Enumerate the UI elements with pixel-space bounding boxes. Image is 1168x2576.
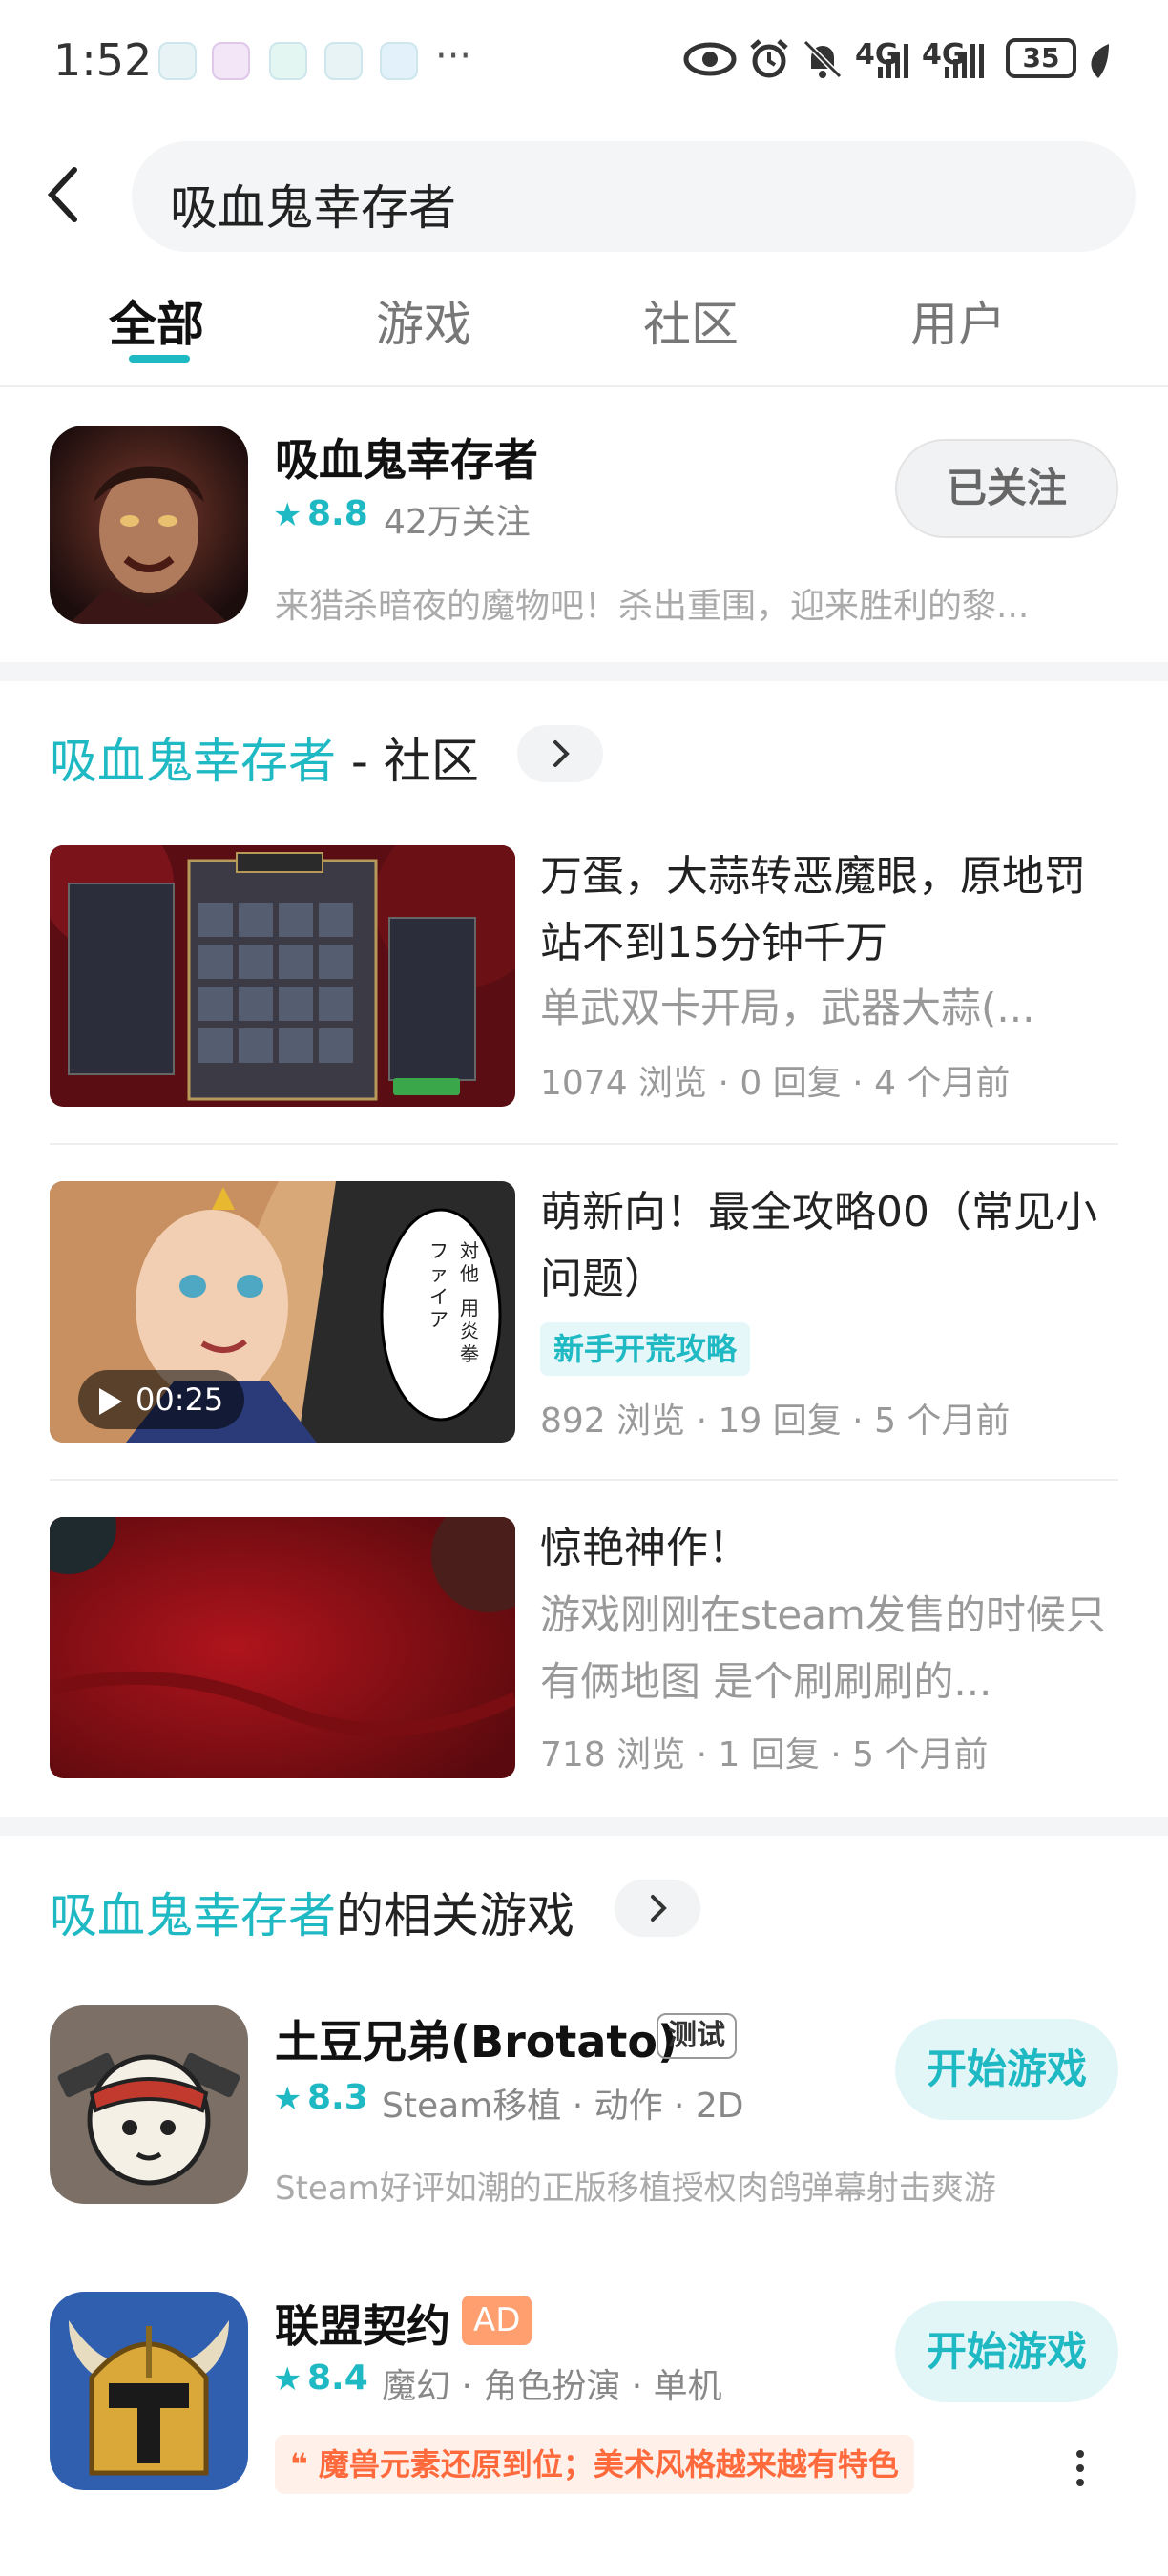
post-stats: 718 浏览 · 1 回复 · 5 个月前	[540, 1735, 989, 1775]
app-notification-icon	[324, 42, 363, 80]
star-icon: ★	[273, 2360, 302, 2399]
test-badge: 测试	[657, 2013, 737, 2059]
post-thumbnail[interactable]	[50, 845, 515, 1107]
community-title-suffix: - 社区	[336, 734, 479, 789]
status-time: 1:52	[53, 34, 153, 86]
start-game-button[interactable]: 开始游戏	[895, 2019, 1118, 2120]
related-more-button[interactable]	[615, 1880, 700, 1937]
more-notifications-icon: ···	[435, 34, 472, 78]
svg-text:炎: 炎	[460, 1319, 479, 1342]
start-game-button[interactable]: 开始游戏	[895, 2301, 1118, 2402]
post-thumbnail[interactable]	[50, 1517, 515, 1778]
alarm-icon	[750, 39, 788, 78]
game-icon-brotato[interactable]	[50, 2005, 248, 2204]
post-title[interactable]: 惊艳神作！	[540, 1515, 1124, 1582]
game-icon-vampire-survivors[interactable]	[50, 426, 248, 624]
post-tag[interactable]: 新手开荒攻略	[540, 1322, 751, 1376]
mute-bell-icon	[803, 39, 843, 79]
game-rating: 8.4	[307, 2358, 368, 2398]
community-section-title[interactable]: 吸血鬼幸存者 - 社区	[50, 723, 479, 792]
post-video-thumbnail[interactable]: 対他用炎拳 ファイア 00:25	[50, 1181, 515, 1443]
leaf-icon	[1091, 44, 1109, 78]
search-input[interactable]: 吸血鬼幸存者	[132, 141, 1136, 252]
play-icon	[99, 1388, 122, 1415]
game-title[interactable]: 吸血鬼幸存者	[275, 426, 538, 488]
svg-text:他: 他	[460, 1262, 479, 1285]
video-duration: 00:25	[136, 1381, 224, 1418]
review-quote: ❝ 魔兽元素还原到位；美术风格越来越有特色	[275, 2435, 914, 2494]
game-icon-league-pact[interactable]	[50, 2292, 248, 2490]
back-arrow-icon[interactable]	[44, 164, 82, 225]
tab-community[interactable]: 社区	[643, 286, 739, 355]
eye-icon	[683, 42, 737, 76]
game-title[interactable]: 联盟契约	[275, 2292, 450, 2355]
post-excerpt: 游戏刚刚在steam发售的时候只有俩地图 是个刷刷刷的...	[540, 1591, 1106, 1705]
search-query: 吸血鬼幸存者	[170, 180, 456, 236]
related-title-highlight: 吸血鬼幸存者	[50, 1888, 336, 1943]
game-rating: 8.3	[307, 2078, 368, 2117]
tab-all[interactable]: 全部	[109, 286, 204, 355]
star-icon: ★	[273, 2080, 302, 2118]
post-excerpt: 单武双卡开局，武器大蒜(...	[540, 985, 1035, 1031]
followed-button[interactable]: 已关注	[895, 439, 1118, 538]
more-options-icon[interactable]	[1076, 2450, 1086, 2493]
video-duration-badge: 00:25	[78, 1370, 245, 1429]
post-title[interactable]: 万蛋，大蒜转恶魔眼，原地罚站不到15分钟千万	[540, 843, 1124, 977]
related-section-title[interactable]: 吸血鬼幸存者的相关游戏	[50, 1878, 574, 1946]
game-description: 来猎杀暗夜的魔物吧！杀出重围，迎来胜利的黎...	[275, 587, 1030, 626]
game-tags: 魔幻 · 角色扮演 · 单机	[382, 2367, 722, 2406]
related-title-suffix: 的相关游戏	[336, 1888, 574, 1943]
tab-users[interactable]: 用户	[910, 286, 1006, 355]
app-notification-icon	[158, 42, 197, 80]
svg-text:拳: 拳	[460, 1342, 479, 1365]
battery-indicator: 35	[1006, 38, 1076, 78]
svg-text:ア: ア	[429, 1308, 448, 1331]
tab-games[interactable]: 游戏	[376, 286, 471, 355]
star-icon: ★	[273, 496, 302, 534]
ad-badge: AD	[462, 2296, 532, 2345]
svg-text:フ: フ	[429, 1239, 448, 1262]
svg-text:イ: イ	[429, 1285, 448, 1308]
status-bar: 1:52 ··· 4G 4G 35	[0, 0, 1168, 124]
game-title[interactable]: 土豆兄弟(Brotato)	[275, 2007, 678, 2070]
divider	[50, 1479, 1118, 1481]
game-tags: Steam移植 · 动作 · 2D	[382, 2087, 744, 2126]
app-notification-icon	[269, 42, 307, 80]
app-notification-icon	[380, 42, 418, 80]
post-stats: 892 浏览 · 19 回复 · 5 个月前	[540, 1402, 1011, 1441]
quote-icon: ❝	[290, 2446, 308, 2483]
chevron-right-icon	[651, 1895, 667, 1922]
chevron-right-icon	[553, 740, 570, 767]
signal-icon	[945, 44, 984, 78]
svg-text:用: 用	[460, 1297, 479, 1319]
community-more-button[interactable]	[517, 725, 603, 782]
app-notification-icon	[212, 42, 250, 80]
review-quote-text: 魔兽元素还原到位；美术风格越来越有特色	[318, 2446, 899, 2483]
game-followers: 42万关注	[384, 503, 531, 542]
divider	[50, 1143, 1118, 1145]
game-description: Steam好评如潮的正版移植授权肉鸽弹幕射击爽游	[275, 2170, 996, 2208]
signal-icon	[878, 44, 908, 78]
game-rating: 8.8	[307, 494, 368, 533]
post-title[interactable]: 萌新向！最全攻略00（常见小问题）	[540, 1179, 1124, 1313]
section-separator	[0, 1817, 1168, 1836]
divider	[0, 385, 1168, 387]
section-separator	[0, 662, 1168, 681]
post-stats: 1074 浏览 · 0 回复 · 4 个月前	[540, 1064, 1011, 1103]
community-title-highlight: 吸血鬼幸存者	[50, 734, 336, 789]
active-tab-indicator	[129, 355, 190, 363]
svg-text:ァ: ァ	[429, 1262, 448, 1285]
svg-text:対: 対	[460, 1239, 479, 1262]
